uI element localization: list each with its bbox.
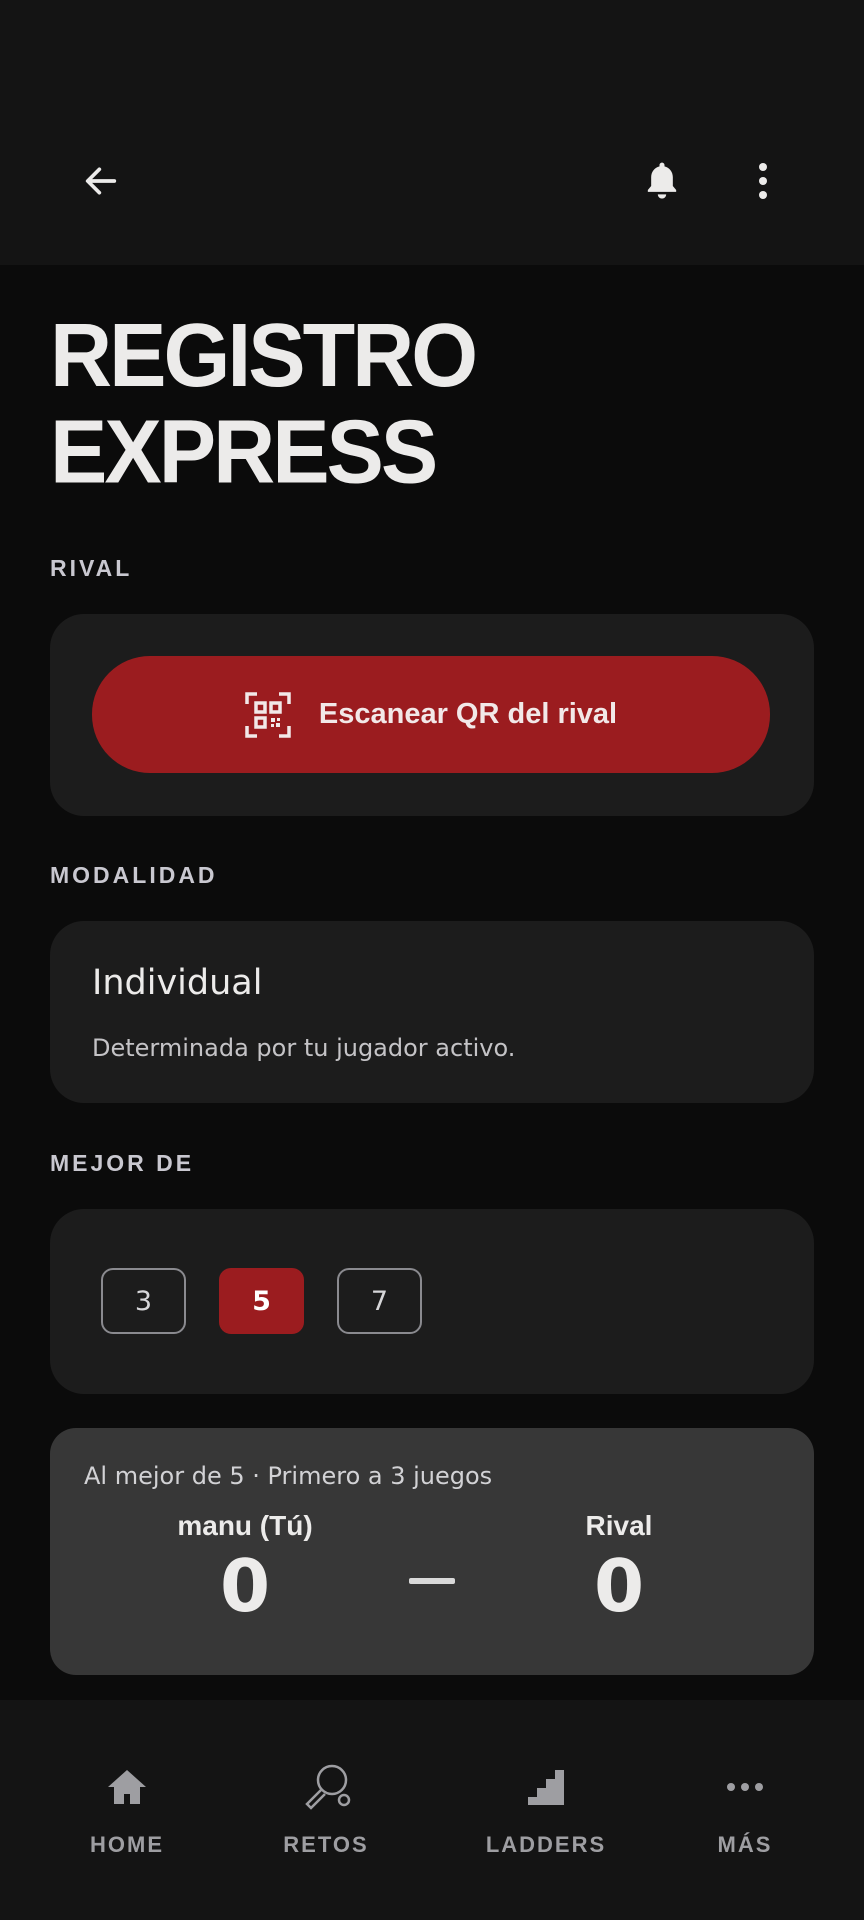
player-score[interactable]: 0 xyxy=(135,1546,355,1626)
nav-item-home[interactable]: HOME xyxy=(47,1760,207,1858)
best-of-option-3[interactable]: 3 xyxy=(101,1268,186,1334)
score-summary: Al mejor de 5 · Primero a 3 juegos xyxy=(84,1462,493,1490)
bottom-navigation: HOME RETOS LADDERS MÁS xyxy=(0,1700,864,1920)
nav-item-retos[interactable]: RETOS xyxy=(246,1760,406,1858)
rival-card: Escanear QR del rival xyxy=(50,614,814,816)
best-of-option-5[interactable]: 5 xyxy=(219,1268,304,1334)
rival-name: Rival xyxy=(585,1510,653,1541)
modalidad-card: Individual Determinada por tu jugador ac… xyxy=(50,921,814,1103)
best-of-option-7[interactable]: 7 xyxy=(337,1268,422,1334)
rival-score-column: Rival 0 xyxy=(509,1510,729,1626)
score-card: Al mejor de 5 · Primero a 3 juegos manu … xyxy=(50,1428,814,1675)
nav-item-mas[interactable]: MÁS xyxy=(665,1760,825,1858)
overflow-menu-button[interactable] xyxy=(731,149,795,213)
nav-label-home: HOME xyxy=(90,1832,164,1857)
notifications-button[interactable] xyxy=(630,149,694,213)
page-title-line2: EXPRESS xyxy=(50,401,438,503)
rival-section-label: RIVAL xyxy=(50,555,133,581)
home-icon xyxy=(108,1770,146,1804)
rival-score[interactable]: 0 xyxy=(509,1546,729,1626)
modalidad-description: Determinada por tu jugador activo. xyxy=(92,1034,516,1062)
qr-code-icon xyxy=(245,691,291,738)
scan-qr-button-label: Escanear QR del rival xyxy=(318,698,618,730)
modalidad-section-label: MODALIDAD xyxy=(50,862,218,888)
modalidad-value: Individual xyxy=(92,963,263,1003)
bell-icon xyxy=(647,162,677,199)
scan-qr-button[interactable]: Escanear QR del rival xyxy=(92,656,770,773)
more-vertical-icon xyxy=(759,163,767,199)
page-title: REGISTRO EXPRESS xyxy=(50,305,478,503)
nav-label-mas: MÁS xyxy=(717,1832,773,1857)
nav-label-retos: RETOS xyxy=(283,1832,369,1857)
nav-label-ladders: LADDERS xyxy=(485,1832,607,1857)
score-separator xyxy=(409,1578,455,1584)
top-app-bar xyxy=(0,0,864,265)
back-button[interactable] xyxy=(69,149,133,213)
page-title-line1: REGISTRO xyxy=(50,305,478,407)
ping-pong-paddle-icon xyxy=(305,1764,351,1810)
player-score-column: manu (Tú) 0 xyxy=(135,1510,355,1626)
player-name: manu (Tú) xyxy=(177,1510,313,1541)
mejor-de-card: 3 5 7 xyxy=(50,1209,814,1394)
more-horizontal-icon xyxy=(727,1783,763,1791)
stairs-icon xyxy=(528,1770,564,1805)
arrow-left-icon xyxy=(85,167,117,195)
nav-item-ladders[interactable]: LADDERS xyxy=(466,1760,626,1858)
mejor-de-section-label: MEJOR DE xyxy=(50,1150,195,1176)
